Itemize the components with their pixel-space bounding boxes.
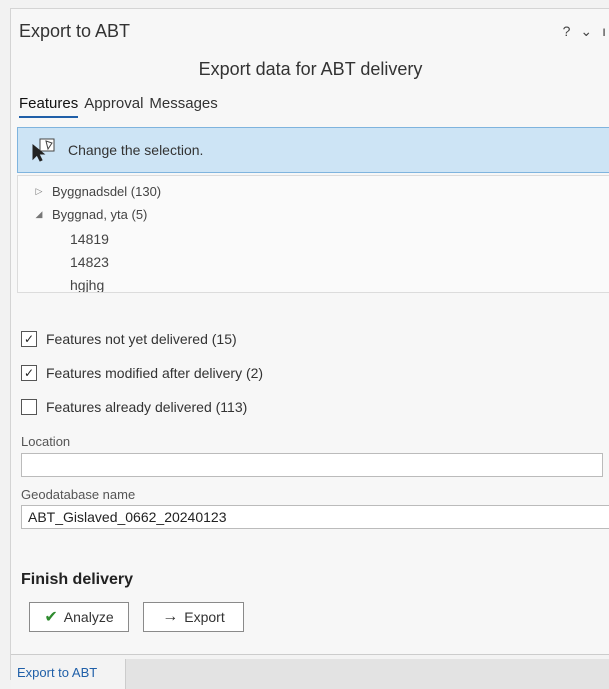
filter-already-delivered[interactable]: Features already delivered (113) bbox=[21, 399, 247, 415]
title-controls: ? ⌄ ı bbox=[563, 23, 606, 40]
pane-title: Export to ABT bbox=[19, 21, 131, 41]
checkbox-checked-icon[interactable]: ✓ bbox=[21, 365, 37, 381]
filter-modified-after-delivery[interactable]: ✓ Features modified after delivery (2) bbox=[21, 365, 263, 381]
checkbox-checked-icon[interactable]: ✓ bbox=[21, 331, 37, 347]
expand-arrow-icon[interactable]: ▷ bbox=[32, 186, 46, 197]
tab-messages[interactable]: Messages bbox=[149, 95, 217, 118]
change-selection-banner[interactable]: Change the selection. bbox=[17, 127, 609, 173]
page-heading: Export data for ABT delivery bbox=[198, 59, 423, 79]
filter-not-delivered[interactable]: ✓ Features not yet delivered (15) bbox=[21, 331, 237, 347]
tab-features[interactable]: Features bbox=[19, 95, 79, 118]
tree-leaf[interactable]: hgjhg bbox=[70, 277, 104, 292]
bottom-tab-export-to-abt[interactable]: Export to ABT bbox=[17, 665, 97, 680]
geodatabase-name-input[interactable]: ABT_Gislaved_0662_20240123 bbox=[21, 505, 609, 529]
location-label: Location bbox=[21, 434, 71, 449]
arrow-right-icon: → bbox=[162, 608, 179, 625]
tree-leaf[interactable]: 14823 bbox=[70, 254, 109, 270]
tab-bar: Features Approval Messages bbox=[19, 95, 218, 118]
analyze-button-label: Analyze bbox=[63, 609, 114, 625]
feature-tree: ▷ Byggnadsdel (130) ◢ Byggnad, yta (5) 1… bbox=[17, 175, 609, 293]
tab-approval[interactable]: Approval bbox=[84, 95, 143, 118]
tree-leaf[interactable]: 14819 bbox=[70, 231, 109, 247]
pin-icon[interactable]: ı bbox=[602, 23, 606, 40]
tree-node-byggnadsdel[interactable]: ▷ Byggnadsdel (130) bbox=[32, 184, 162, 199]
checkbox-label: Features not yet delivered (15) bbox=[46, 331, 237, 347]
chevron-down-icon[interactable]: ⌄ bbox=[580, 23, 592, 40]
finish-delivery-title: Finish delivery bbox=[21, 571, 134, 588]
geodatabase-name-label: Geodatabase name bbox=[21, 487, 136, 502]
export-button[interactable]: → Export bbox=[143, 602, 244, 632]
export-button-label: Export bbox=[184, 609, 225, 625]
checkbox-unchecked-icon[interactable] bbox=[21, 399, 37, 415]
tree-node-label: Byggnadsdel (130) bbox=[52, 184, 162, 199]
export-to-abt-pane: Export to ABT ? ⌄ ı Export data for ABT … bbox=[10, 8, 609, 689]
checkmark-icon: ✔ bbox=[44, 609, 58, 626]
location-input[interactable] bbox=[21, 453, 603, 477]
analyze-button[interactable]: ✔ Analyze bbox=[29, 602, 129, 632]
selection-pointer-icon bbox=[30, 137, 58, 163]
help-icon[interactable]: ? bbox=[563, 23, 571, 40]
tree-node-byggnad-yta[interactable]: ◢ Byggnad, yta (5) bbox=[32, 207, 148, 222]
checkbox-label: Features modified after delivery (2) bbox=[46, 365, 264, 381]
collapse-arrow-icon[interactable]: ◢ bbox=[32, 209, 46, 220]
bottom-tab-strip: Export to ABT bbox=[11, 654, 609, 689]
banner-text: Change the selection. bbox=[68, 142, 204, 158]
tree-node-label: Byggnad, yta (5) bbox=[52, 207, 148, 222]
checkbox-label: Features already delivered (113) bbox=[46, 399, 248, 415]
bottom-panel-area bbox=[125, 659, 609, 689]
